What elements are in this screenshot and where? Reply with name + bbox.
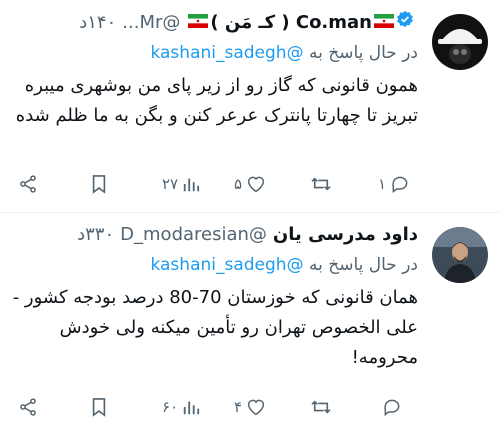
replying-to-handle[interactable]: @kashani_sadegh [150, 255, 303, 275]
retweet-button[interactable] [306, 398, 346, 416]
handle[interactable]: @Mr... [122, 11, 180, 35]
man-portrait-avatar-icon [432, 227, 488, 283]
views-count: ۲۷ [162, 175, 179, 193]
replying-prefix: در حال پاسخ به [308, 255, 418, 275]
bookmark-icon [92, 175, 106, 194]
pith-helmet-skull-avatar-icon [432, 14, 488, 70]
share-button[interactable] [18, 174, 58, 194]
action-bar: ۶۰ ۴ [18, 397, 418, 417]
replying-prefix: در حال پاسخ به [308, 43, 418, 63]
display-name[interactable]: داود مدرسی یان [273, 223, 418, 247]
views-bar-chart-icon [183, 401, 200, 415]
retweet-button[interactable] [306, 175, 346, 193]
handle[interactable]: @D_modaresian [120, 223, 267, 247]
timestamp[interactable]: ۱۴۰د [79, 11, 116, 35]
heart-icon [247, 176, 265, 193]
likes-count: ۴ [234, 398, 243, 416]
timestamp[interactable]: ۳۳۰د [77, 223, 114, 247]
like-button[interactable]: ۵ [234, 175, 274, 193]
tweet-text: همان قانونی که خوزستان 70-80 درصد بودجه … [12, 287, 418, 368]
heart-icon [247, 399, 265, 416]
reply-bubble-icon [384, 399, 400, 416]
views-stat[interactable]: ۶۰ [162, 398, 202, 416]
replying-to-handle[interactable]: @kashani_sadegh [150, 43, 303, 63]
avatar[interactable] [432, 14, 488, 70]
replying-to-line: در حال پاسخ به @kashani_sadegh [12, 39, 418, 67]
reply-bubble-icon [392, 176, 408, 193]
tweet-2[interactable]: داود مدرسی یان @D_modaresian ۳۳۰د در حال… [0, 213, 500, 427]
share-button[interactable] [18, 397, 58, 417]
bookmark-button[interactable] [90, 174, 130, 194]
like-button[interactable]: ۴ [234, 398, 274, 416]
tweet-1[interactable]: Co.man ( کـ مَن ) @Mr... ۱۴۰د در حال پاس… [0, 0, 500, 213]
share-icon [20, 175, 36, 193]
tweet-text: همون قانونی که گاز رو از زیر پای من بوشه… [15, 75, 418, 126]
replying-to-line: در حال پاسخ به @kashani_sadegh [12, 251, 418, 279]
views-stat[interactable]: ۲۷ [162, 175, 202, 193]
action-bar: ۲۷ ۵ ۱ [18, 174, 418, 194]
retweet-icon [311, 400, 331, 414]
reply-button[interactable]: ۱ [378, 174, 418, 194]
avatar[interactable] [432, 227, 488, 283]
display-name[interactable]: Co.man ( کـ مَن ) [210, 11, 372, 35]
bookmark-button[interactable] [90, 397, 130, 417]
replies-count: ۱ [378, 175, 387, 193]
views-bar-chart-icon [183, 178, 200, 192]
views-count: ۶۰ [162, 398, 179, 416]
reply-button[interactable] [378, 397, 418, 417]
iran-flag-icon [374, 11, 394, 35]
retweet-icon [311, 177, 331, 191]
verified-badge-icon [396, 10, 414, 35]
iran-flag-icon [188, 11, 209, 35]
bookmark-icon [92, 398, 106, 417]
likes-count: ۵ [234, 175, 243, 193]
share-icon [20, 398, 36, 416]
